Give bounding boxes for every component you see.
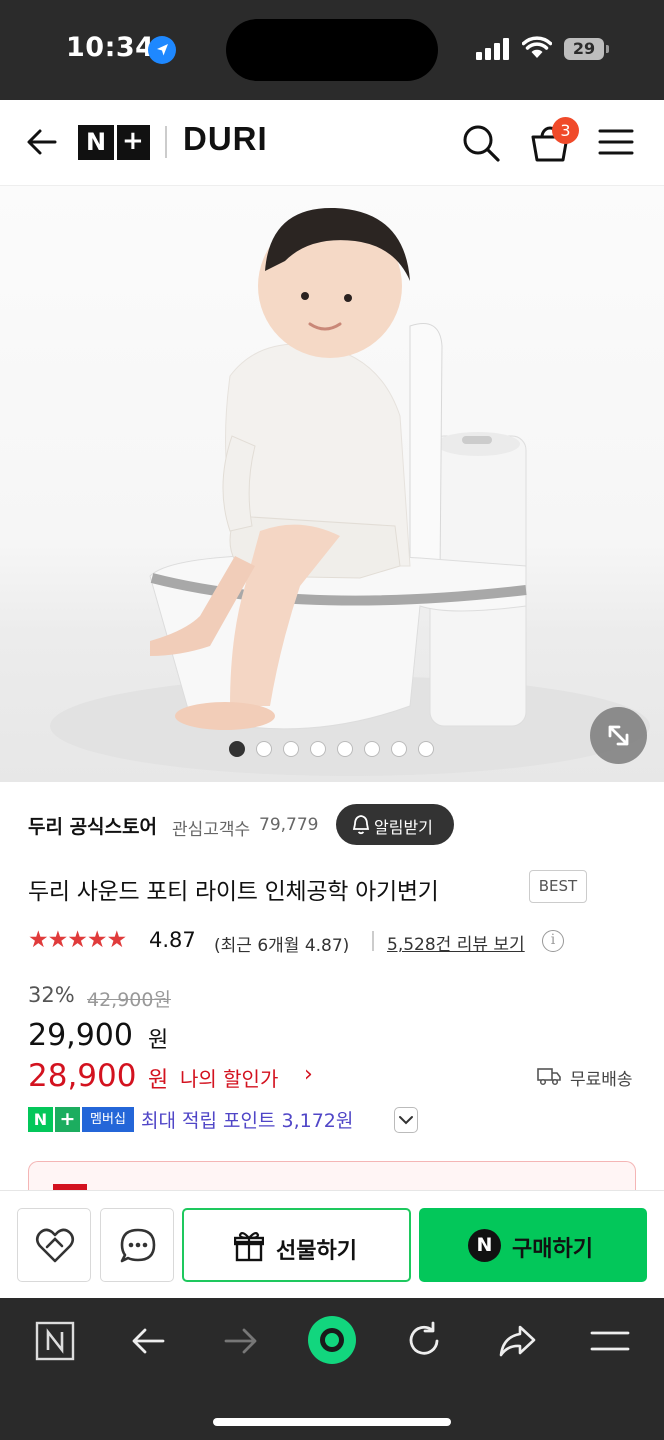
carousel-dot[interactable] bbox=[229, 741, 245, 757]
chat-button[interactable] bbox=[100, 1208, 174, 1282]
carousel-dot[interactable] bbox=[418, 741, 434, 757]
carousel-dot[interactable] bbox=[256, 741, 272, 757]
browser-back-button[interactable] bbox=[125, 1318, 171, 1364]
green-dot-icon bbox=[308, 1316, 356, 1364]
gift-icon bbox=[234, 1231, 264, 1262]
cellular-signal-icon bbox=[476, 38, 510, 60]
store-logo[interactable]: DURI bbox=[183, 120, 268, 158]
my-discount-price: 28,900 bbox=[28, 1058, 137, 1094]
status-bar: 10:34 29 bbox=[0, 0, 664, 100]
arrow-left-icon bbox=[132, 1328, 165, 1354]
rating-divider bbox=[372, 931, 374, 951]
refresh-button[interactable] bbox=[401, 1318, 447, 1364]
original-price: 42,900원 bbox=[87, 989, 171, 1011]
membership-label: 멤버십 bbox=[82, 1107, 134, 1132]
rating-value: 4.87 bbox=[149, 928, 196, 952]
points-expand-button[interactable] bbox=[394, 1107, 418, 1133]
followers-count: 79,779 bbox=[259, 815, 319, 835]
naver-n-icon bbox=[35, 1321, 75, 1361]
best-badge: BEST bbox=[529, 870, 587, 903]
browser-menu-button[interactable] bbox=[587, 1318, 633, 1364]
arrow-left-icon bbox=[27, 129, 57, 155]
carousel-dot[interactable] bbox=[310, 741, 326, 757]
cart-count-badge: 3 bbox=[552, 117, 579, 144]
home-indicator[interactable] bbox=[213, 1418, 451, 1426]
status-time: 10:34 bbox=[66, 32, 155, 63]
wishlist-button[interactable] bbox=[17, 1208, 91, 1282]
chevron-down-icon bbox=[399, 1116, 413, 1125]
naver-home-button[interactable] bbox=[32, 1318, 78, 1364]
arrow-right-icon bbox=[224, 1328, 257, 1354]
info-icon[interactable]: i bbox=[542, 930, 564, 952]
buy-button-label: 구매하기 bbox=[512, 1237, 593, 1262]
share-arrow-icon bbox=[499, 1325, 536, 1357]
battery-icon: 29 bbox=[564, 38, 604, 60]
gift-button[interactable]: 선물하기 bbox=[182, 1208, 411, 1282]
plus-letter: + bbox=[122, 126, 144, 156]
review-link[interactable]: 5,528건 리뷰 보기 bbox=[387, 930, 525, 955]
menu-button[interactable] bbox=[598, 126, 634, 158]
expand-image-button[interactable] bbox=[590, 707, 647, 764]
naver-n-letter: N bbox=[86, 128, 107, 156]
image-carousel-dots[interactable] bbox=[229, 741, 445, 759]
discount-rate: 32% bbox=[28, 983, 75, 1007]
naver-pay-icon: N bbox=[468, 1229, 501, 1262]
purchase-action-bar: 선물하기 N 구매하기 bbox=[0, 1190, 664, 1298]
green-dot-button[interactable] bbox=[305, 1313, 359, 1367]
max-points-text: 최대 적립 포인트 3,172원 bbox=[141, 1110, 354, 1132]
subscribe-alert-button[interactable]: 알림받기 bbox=[336, 804, 454, 845]
product-title: 두리 사운드 포티 라이트 인체공학 아기변기 bbox=[28, 879, 439, 905]
membership-n: N bbox=[28, 1107, 53, 1132]
product-image[interactable] bbox=[0, 186, 664, 782]
bell-plus-icon bbox=[352, 815, 370, 835]
baby-potty-illustration bbox=[50, 207, 650, 776]
browser-forward-button[interactable] bbox=[218, 1318, 264, 1364]
shipping-label: 무료배송 bbox=[570, 1070, 633, 1090]
back-button[interactable] bbox=[22, 122, 62, 162]
wifi-icon bbox=[521, 36, 553, 60]
naver-plus-logo[interactable]: N + bbox=[78, 125, 150, 160]
location-icon bbox=[148, 36, 176, 64]
membership-plus: + bbox=[55, 1107, 80, 1132]
buy-button[interactable]: N 구매하기 bbox=[419, 1208, 647, 1282]
rating-recent: (최근 6개월 4.87) bbox=[214, 936, 350, 956]
hamburger-menu-icon bbox=[598, 129, 634, 155]
search-button[interactable] bbox=[460, 122, 502, 164]
battery-tip bbox=[606, 45, 609, 53]
rating-stars: ★★★★★ bbox=[28, 927, 127, 953]
store-name-link[interactable]: 두리 공식스토어 bbox=[28, 812, 157, 839]
heart-icon bbox=[35, 1228, 75, 1263]
carousel-dot[interactable] bbox=[337, 741, 353, 757]
carousel-dot[interactable] bbox=[391, 741, 407, 757]
expand-icon bbox=[608, 725, 629, 746]
carousel-dot[interactable] bbox=[283, 741, 299, 757]
truck-icon bbox=[537, 1066, 561, 1086]
my-discount-price-unit: 원 bbox=[148, 1068, 169, 1093]
logo-divider bbox=[165, 126, 167, 158]
carousel-dot[interactable] bbox=[364, 741, 380, 757]
share-button[interactable] bbox=[494, 1318, 540, 1364]
search-icon bbox=[463, 125, 500, 162]
sale-price-unit: 원 bbox=[148, 1028, 169, 1053]
my-discount-price-label[interactable]: 나의 할인가 bbox=[180, 1063, 278, 1092]
hamburger-menu-icon bbox=[590, 1331, 630, 1351]
subscribe-alert-label: 알림받기 bbox=[374, 818, 433, 837]
chevron-right-icon[interactable]: › bbox=[304, 1062, 313, 1087]
membership-badge: N + 멤버십 bbox=[28, 1107, 134, 1132]
sale-price: 29,900 bbox=[28, 1018, 133, 1053]
followers-label: 관심고객수 bbox=[172, 820, 251, 840]
gift-button-label: 선물하기 bbox=[276, 1239, 357, 1264]
chat-bubble-icon bbox=[120, 1228, 156, 1263]
dynamic-island bbox=[226, 19, 438, 81]
refresh-icon bbox=[409, 1321, 439, 1355]
app-root: 10:34 29 N + DURI 3 두리 공식스토어 관심고객수 79,77… bbox=[0, 0, 664, 1440]
